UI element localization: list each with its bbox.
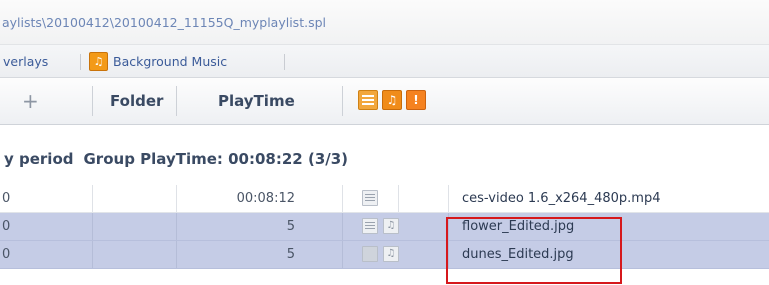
- selection-highlight-box: [446, 217, 622, 284]
- music-icon[interactable]: ♫: [382, 90, 402, 110]
- cell-divider: [398, 185, 399, 212]
- playlist-path-text: aylists\20100412\20100412_11155Q_myplayl…: [2, 15, 326, 30]
- cell-divider: [92, 185, 93, 212]
- row-filename: ces-video 1.6_x264_480p.mp4: [462, 191, 661, 206]
- music-icon[interactable]: ♫: [383, 218, 399, 234]
- row-playtime: 00:08:12: [236, 191, 295, 206]
- column-header-folder[interactable]: Folder: [110, 78, 163, 124]
- playlist-row[interactable]: 0 5 ♫ flower_Edited.jpg: [0, 213, 769, 241]
- cell-divider: [342, 213, 343, 240]
- add-column-button[interactable]: +: [22, 78, 39, 124]
- music-note-icon: ♫: [89, 51, 108, 71]
- playlist-row[interactable]: 0 00:08:12 ces-video 1.6_x264_480p.mp4: [0, 185, 769, 213]
- cell-divider: [448, 185, 449, 212]
- box-icon[interactable]: [362, 246, 378, 262]
- cell-divider: [92, 213, 93, 240]
- tab-strip: verlays ♫ Background Music: [0, 45, 769, 78]
- group-header[interactable]: y period Group PlayTime: 00:08:22 (3/3): [0, 144, 348, 174]
- row-playtime: 5: [286, 219, 295, 234]
- row-index: 0: [2, 219, 11, 234]
- cell-divider: [342, 241, 343, 268]
- list-icon[interactable]: [358, 90, 378, 110]
- tab-divider: [80, 54, 81, 70]
- cell-divider: [92, 241, 93, 268]
- column-divider[interactable]: [92, 86, 93, 116]
- tab-overlays[interactable]: verlays: [3, 45, 48, 77]
- group-playtime-label: Group PlayTime: 00:08:22 (3/3): [83, 150, 349, 168]
- tab-background-music[interactable]: ♫ Background Music: [89, 45, 227, 77]
- column-header-playtime-label: PlayTime: [218, 92, 295, 110]
- cell-divider: [342, 185, 343, 212]
- row-index: 0: [2, 247, 11, 262]
- plus-icon: +: [22, 89, 39, 113]
- info-icon[interactable]: !: [406, 90, 426, 110]
- tab-divider: [284, 54, 285, 70]
- row-playtime: 5: [286, 247, 295, 262]
- tab-overlays-label: verlays: [3, 53, 49, 69]
- column-header-playtime[interactable]: PlayTime: [218, 78, 295, 124]
- playlist-grid: 0 00:08:12 ces-video 1.6_x264_480p.mp4 0…: [0, 185, 769, 269]
- list-icon[interactable]: [362, 190, 378, 206]
- column-header-folder-label: Folder: [110, 92, 164, 110]
- column-header-row: + Folder PlayTime ♫ !: [0, 78, 769, 125]
- playlist-row[interactable]: 0 5 ♫ dunes_Edited.jpg: [0, 241, 769, 269]
- music-icon[interactable]: ♫: [383, 246, 399, 262]
- playlist-path-bar: aylists\20100412\20100412_11155Q_myplayl…: [0, 0, 769, 45]
- row-index: 0: [2, 191, 11, 206]
- group-period-label: y period: [4, 150, 74, 168]
- list-icon[interactable]: [362, 218, 378, 234]
- column-divider[interactable]: [176, 86, 177, 116]
- tab-background-music-label: Background Music: [113, 53, 228, 69]
- column-divider[interactable]: [342, 86, 343, 116]
